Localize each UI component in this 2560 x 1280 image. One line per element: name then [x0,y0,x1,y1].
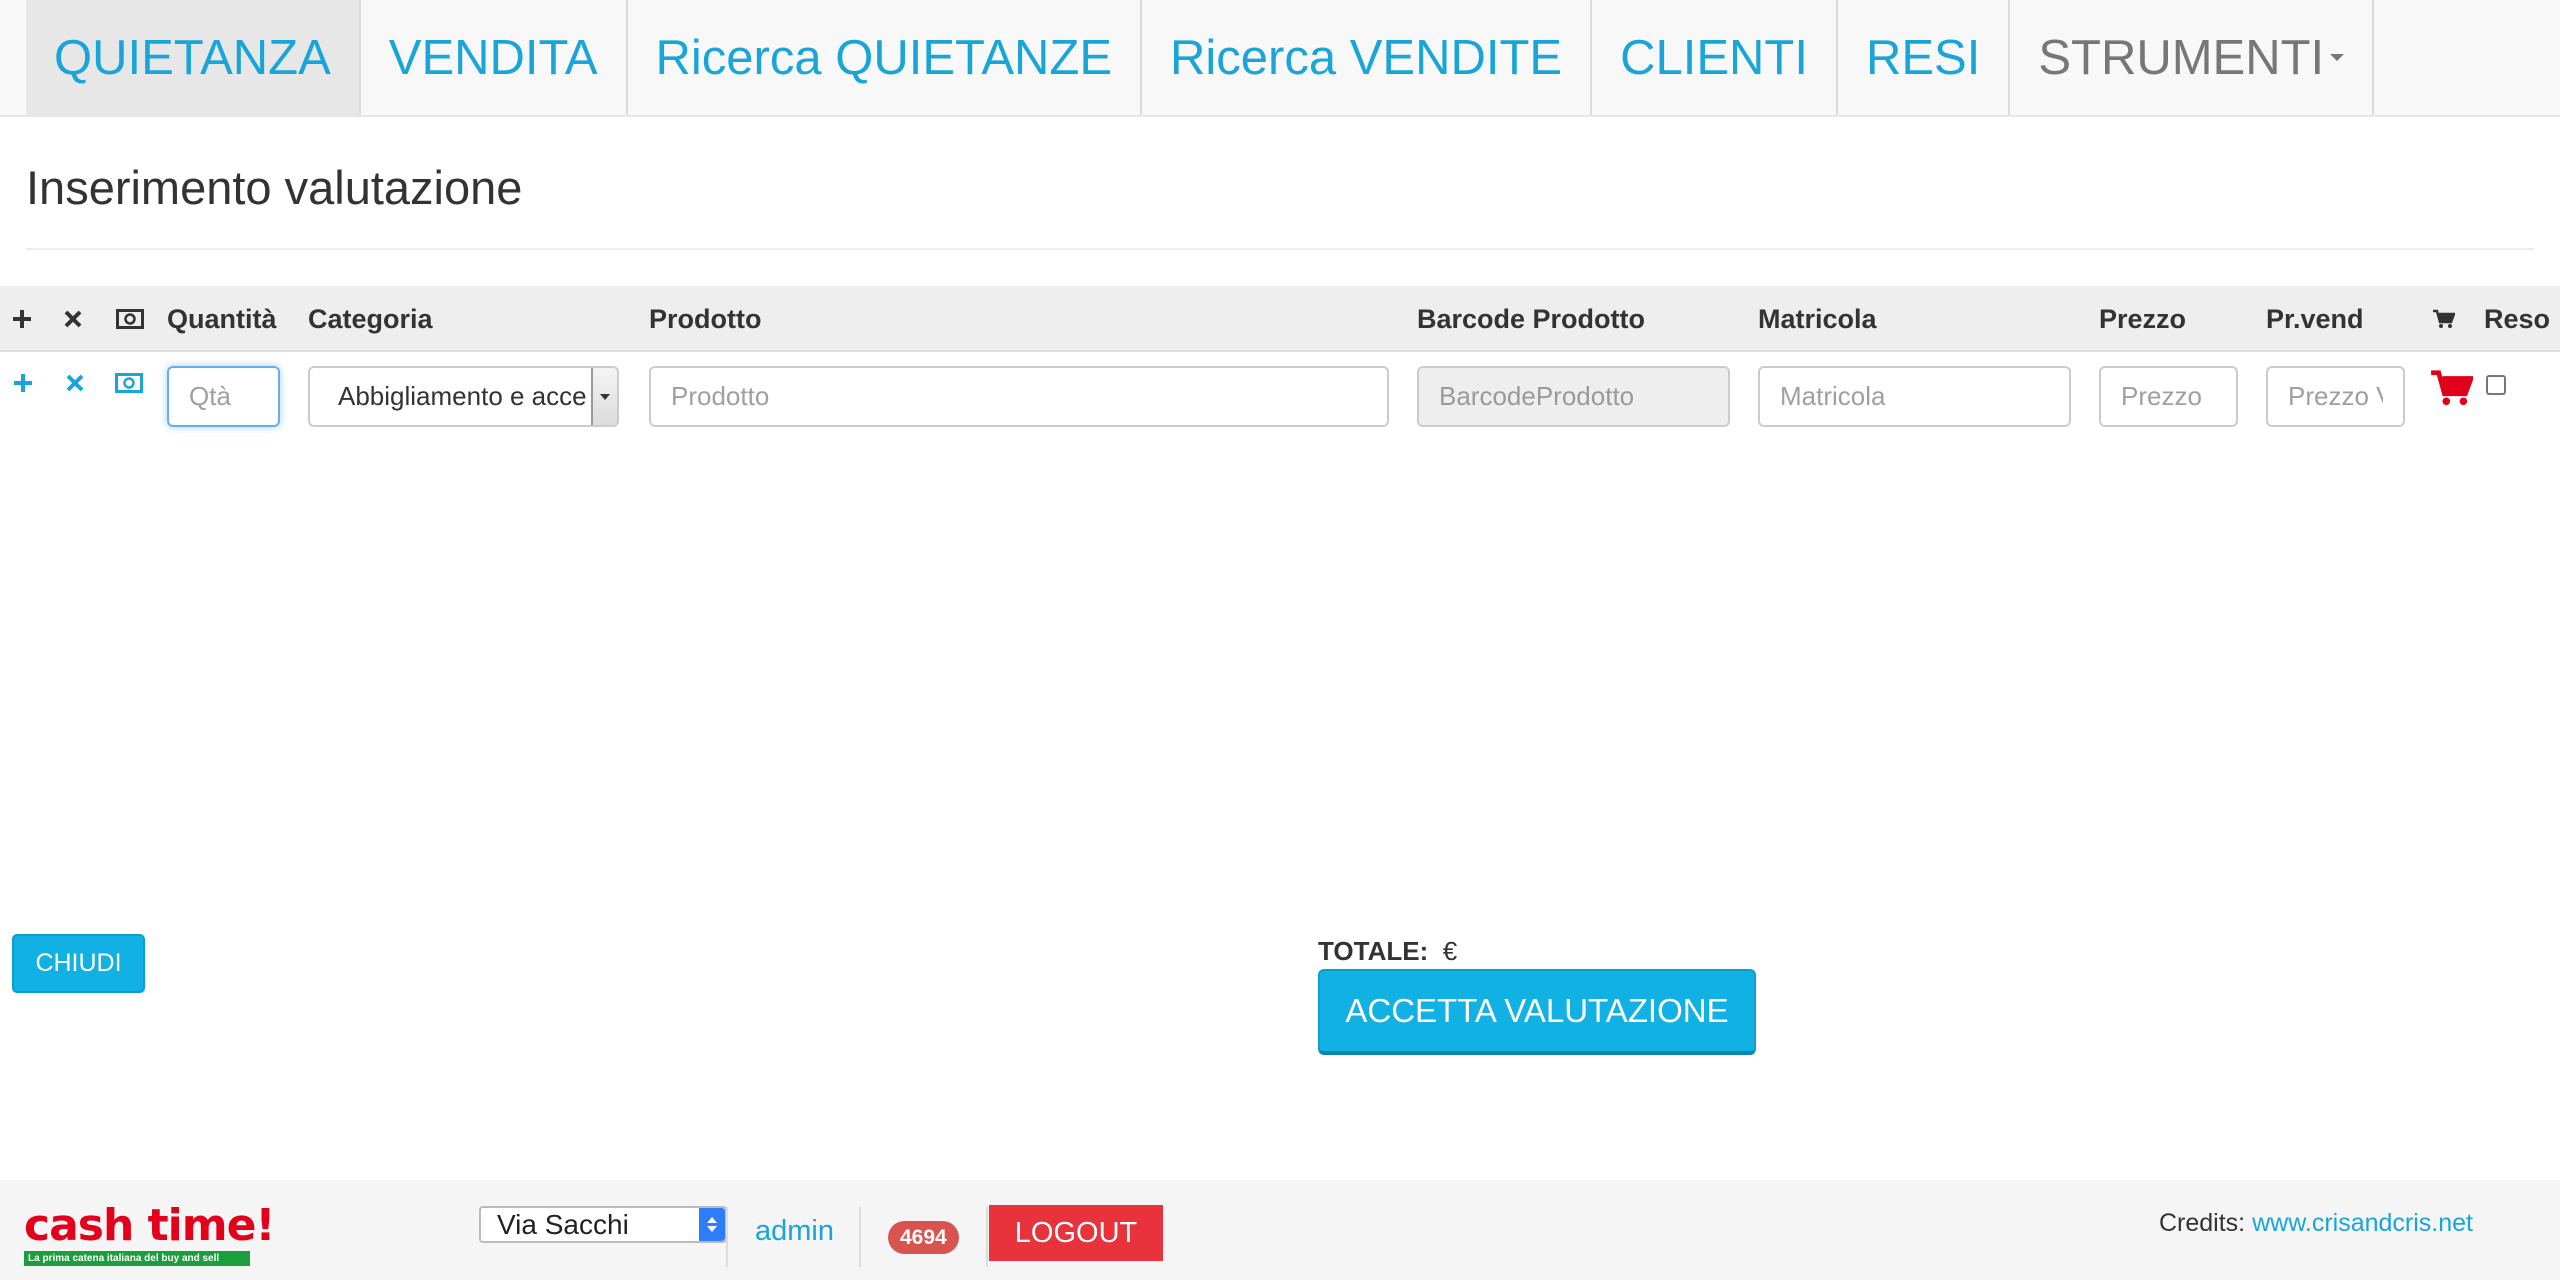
tab-label: QUIETANZA [54,30,331,85]
barcode-input [1417,366,1730,427]
serial-input[interactable] [1758,366,2071,427]
store-select[interactable]: Via Sacchi [479,1206,727,1243]
total-label: TOTALE: [1318,936,1429,966]
nav-tabs: QUIETANZA VENDITA Ricerca QUIETANZE Rice… [26,0,2375,115]
credits: Credits: www.crisandcris.net [2159,1209,2473,1238]
logo-tagline: La prima catena italiana del buy and sel… [24,1251,250,1266]
header-price: Prezzo [2099,303,2187,334]
header-barcode: Barcode Prodotto [1417,303,1646,334]
tab-label: RESI [1865,30,1981,85]
logo-text: cash time! [24,1200,275,1251]
store-selected-value: Via Sacchi [497,1209,629,1240]
total-currency: € [1442,936,1458,966]
times-icon [64,286,82,352]
cart-icon [2433,286,2455,352]
header-category: Categoria [308,303,433,334]
close-button[interactable]: CHIUDI [12,934,145,993]
tab-label: VENDITA [388,30,598,85]
tab-clienti[interactable]: CLIENTI [1592,0,1838,115]
tab-vendita[interactable]: VENDITA [361,0,628,115]
money-icon [116,286,144,352]
updown-arrows-icon [699,1208,725,1241]
tab-label: STRUMENTI [2038,30,2325,85]
cart-button[interactable] [2431,368,2473,408]
product-input[interactable] [649,366,1389,427]
table-header: Quantità Categoria Prodotto Barcode Prod… [0,286,2560,352]
category-selected-value: Abbigliamento e accessori [338,381,587,411]
header-serial: Matricola [1758,303,1877,334]
header-product: Prodotto [649,303,762,334]
top-navbar: QUIETANZA VENDITA Ricerca QUIETANZE Rice… [0,0,2560,117]
caret-down-icon [2330,54,2345,61]
footer-divider [859,1207,861,1267]
return-checkbox[interactable] [2486,375,2506,395]
tab-ricerca-vendite[interactable]: Ricerca VENDITE [1142,0,1593,115]
cash-time-logo: cash time! La prima catena italiana del … [24,1200,275,1273]
title-divider [26,248,2534,250]
price-input[interactable] [2099,366,2238,427]
tab-label: Ricerca VENDITE [1170,30,1563,85]
sale-price-input[interactable] [2266,366,2405,427]
tab-ricerca-quietanze[interactable]: Ricerca QUIETANZE [628,0,1142,115]
quantity-input[interactable] [167,366,280,427]
tab-strumenti-dropdown[interactable]: STRUMENTI [2010,0,2375,115]
header-quantity: Quantità [167,303,277,334]
plus-icon [12,286,32,352]
user-link[interactable]: admin [755,1215,834,1248]
logout-button[interactable]: LOGOUT [989,1205,1163,1261]
page-title: Inserimento valutazione [26,161,523,214]
tab-label: CLIENTI [1620,30,1808,85]
tab-resi[interactable]: RESI [1838,0,2011,115]
tab-quietanza[interactable]: QUIETANZA [26,0,361,115]
notification-badge: 4694 [888,1221,959,1254]
footer-divider [986,1207,988,1267]
add-row-button[interactable] [6,366,40,400]
footer-divider [726,1207,728,1267]
credits-label: Credits: [2159,1209,2246,1237]
header-return: Reso [2484,303,2551,334]
credits-link[interactable]: www.crisandcris.net [2252,1209,2473,1237]
category-select[interactable]: Abbigliamento e accessori [308,366,619,427]
select-arrow-icon [591,368,617,425]
header-sale-price: Pr.vend [2266,303,2364,334]
money-row-button[interactable] [112,366,146,400]
tab-label: Ricerca QUIETANZE [655,30,1112,85]
remove-row-button[interactable] [58,366,92,400]
total-display: TOTALE: € [1318,936,1457,967]
accept-evaluation-button[interactable]: ACCETTA VALUTAZIONE [1318,969,1756,1055]
